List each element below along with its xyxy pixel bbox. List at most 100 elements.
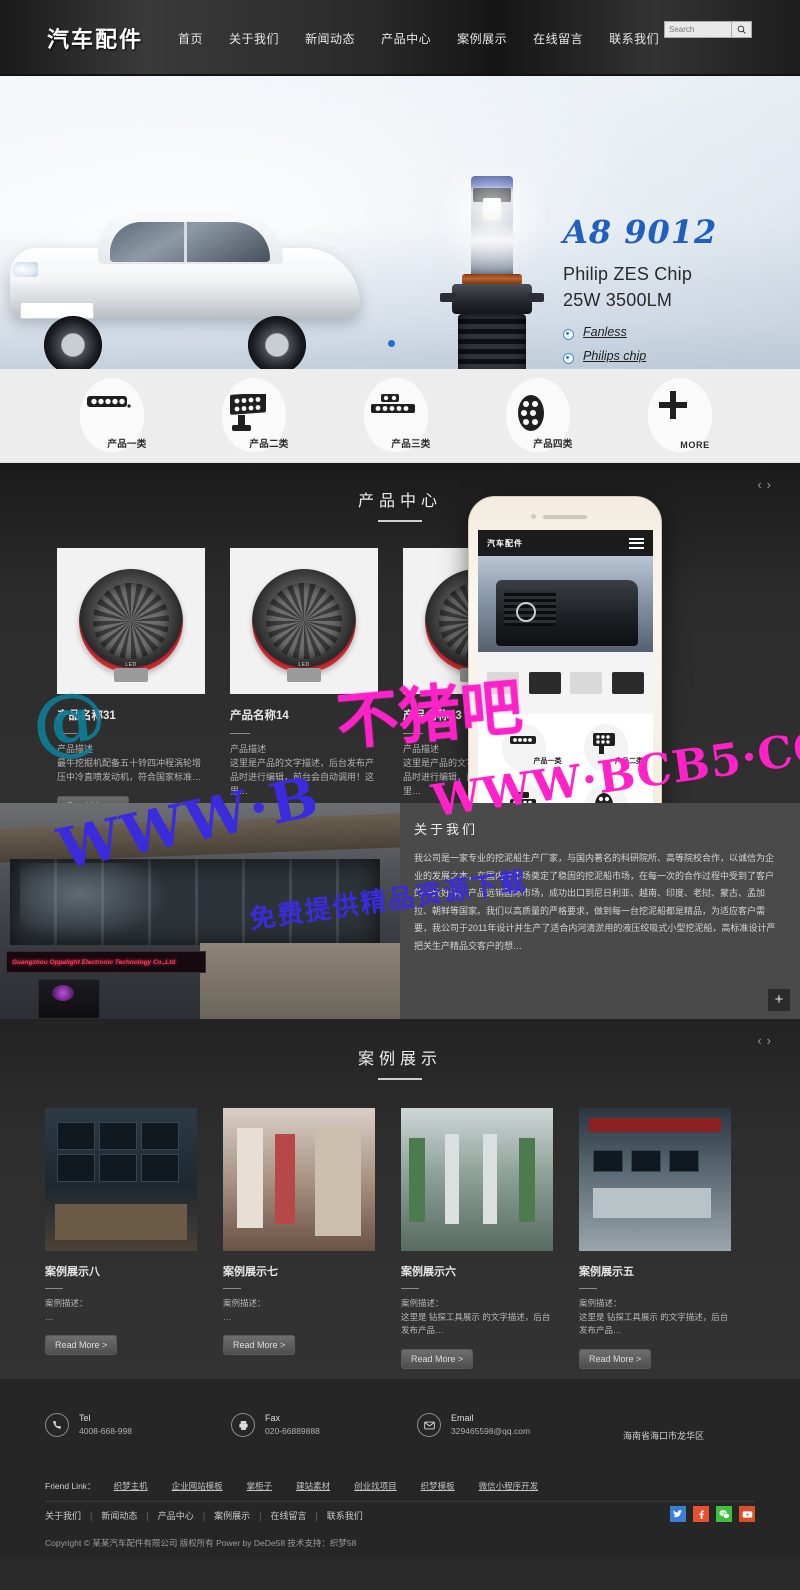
friend-link-1[interactable]: 织梦主机 <box>114 1480 148 1492</box>
case-desc-label: 案例描述： <box>401 1298 444 1308</box>
phone-category-item[interactable]: 产品四类 <box>566 784 648 803</box>
nav-item-cases[interactable]: 案例展示 <box>444 30 520 47</box>
footer-nav-contact[interactable]: 联系我们 <box>327 1509 363 1522</box>
phone-hero-image <box>478 556 653 652</box>
case-desc: … <box>45 1311 54 1322</box>
category-label-4: 产品四类 <box>533 438 573 450</box>
banner-pagination[interactable] <box>388 334 395 352</box>
cases-carousel-arrows[interactable]: ‹› <box>757 1033 776 1048</box>
case-name: 案例展示六 <box>401 1266 456 1278</box>
led-bar-icon <box>86 394 132 415</box>
contact-tel-label: Tel <box>79 1413 91 1423</box>
banner-dot-1[interactable] <box>388 340 395 347</box>
footer-navigation: 关于我们 | 新闻动态 | 产品中心 | 案例展示 | 在线留言 | 联系我们 <box>45 1509 363 1522</box>
footer-nav-products[interactable]: 产品中心 <box>158 1509 194 1522</box>
youtube-icon[interactable] <box>739 1506 755 1522</box>
led-panel-icon <box>228 391 272 437</box>
about-building-photo: Guangzhou Oppalight Electronic Technolog… <box>0 803 400 1019</box>
product-image <box>230 548 378 694</box>
friend-link-5[interactable]: 创业找项目 <box>354 1480 397 1492</box>
contact-tel: Tel 4008-668-998 <box>45 1413 231 1437</box>
about-section: Guangzhou Oppalight Electronic Technolog… <box>0 803 800 1019</box>
search-input[interactable] <box>664 21 732 38</box>
case-read-more-button[interactable]: Read More > <box>579 1348 652 1369</box>
product-card[interactable]: 产品名称31 产品描述 最牛挖掘机配备五十铃四冲程涡轮增压中冷直喷发动机，符合国… <box>57 548 205 803</box>
footer-nav-about[interactable]: 关于我们 <box>45 1509 81 1522</box>
case-image <box>401 1108 553 1251</box>
case-card[interactable]: 案例展示七 案例描述： … Read More > <box>223 1108 375 1369</box>
product-read-more-button[interactable]: Read More > <box>57 795 130 803</box>
category-item-3[interactable]: 产品三类 <box>356 377 444 454</box>
friend-link-4[interactable]: 建站素材 <box>296 1480 330 1492</box>
nav-item-message[interactable]: 在线留言 <box>520 30 596 47</box>
footer-nav-message[interactable]: 在线留言 <box>270 1509 306 1522</box>
banner-feature-1: Fanless <box>563 325 717 341</box>
case-divider <box>45 1288 63 1289</box>
cases-prev-arrow[interactable]: ‹ <box>757 1033 766 1048</box>
site-logo[interactable]: 汽车配件 <box>47 22 143 54</box>
phone-category-grid: 产品一类 产品二类 产品三类 <box>478 714 653 803</box>
phone-category-item[interactable]: 产品三类 <box>484 784 566 803</box>
friend-link-6[interactable]: 织梦模板 <box>421 1480 455 1492</box>
friend-link-7[interactable]: 微信小程序开发 <box>479 1480 539 1492</box>
products-prev-arrow[interactable]: ‹ <box>757 477 766 492</box>
category-item-2[interactable]: 产品二类 <box>214 377 302 454</box>
twitter-icon[interactable] <box>670 1506 686 1522</box>
category-item-1[interactable]: 产品一类 <box>72 377 160 454</box>
product-name: 产品名称31 <box>57 710 116 722</box>
footer-nav-cases[interactable]: 案例展示 <box>214 1509 250 1522</box>
search-button[interactable] <box>732 21 752 38</box>
nav-item-contact[interactable]: 联系我们 <box>596 30 672 47</box>
case-divider <box>401 1288 419 1289</box>
case-read-more-button[interactable]: Read More > <box>223 1335 296 1356</box>
case-desc-label: 案例描述： <box>223 1298 266 1308</box>
case-read-more-button[interactable]: Read More > <box>401 1348 474 1369</box>
about-text-panel: 关于我们 我公司是一家专业的挖泥船生产厂家，与国内著名的科研院所、高等院校合作，… <box>400 803 800 1019</box>
phone-icon <box>45 1413 69 1437</box>
product-divider <box>57 733 77 734</box>
case-card[interactable]: 案例展示八 案例描述： … Read More > <box>45 1108 197 1369</box>
phone-camera <box>531 514 536 519</box>
led-round-icon <box>512 394 550 437</box>
facebook-icon[interactable] <box>693 1506 709 1522</box>
case-read-more-button[interactable]: Read More > <box>45 1335 118 1356</box>
phone-category-item[interactable]: 产品二类 <box>566 724 648 772</box>
wechat-icon[interactable] <box>716 1506 732 1522</box>
product-image <box>57 548 205 694</box>
search-icon <box>737 25 746 34</box>
nav-item-news[interactable]: 新闻动态 <box>292 30 368 47</box>
phone-category-item[interactable]: 产品一类 <box>484 724 566 772</box>
footer-nav-news[interactable]: 新闻动态 <box>101 1509 137 1522</box>
cases-next-arrow[interactable]: › <box>767 1033 776 1048</box>
nav-item-home[interactable]: 首页 <box>165 30 216 47</box>
led-round-icon <box>592 792 616 803</box>
case-card[interactable]: 案例展示六 案例描述： 这里是 钻探工具展示 的文字描述，后台发布产品… Rea… <box>401 1108 553 1369</box>
category-label-3: 产品三类 <box>391 438 431 450</box>
friend-link-2[interactable]: 企业网站模板 <box>172 1480 223 1492</box>
product-card[interactable]: 产品名称14 产品描述 这里是产品的文字描述，后台发布产品时进行编辑，前台会自动… <box>230 548 378 803</box>
hamburger-icon[interactable] <box>629 535 644 551</box>
plus-icon[interactable]: + <box>768 989 790 1011</box>
email-icon <box>417 1413 441 1437</box>
contact-email: Email 329465598@qq.com <box>417 1413 603 1437</box>
case-name: 案例展示八 <box>45 1266 100 1278</box>
contact-email-label: Email <box>451 1413 474 1423</box>
contact-row: Tel 4008-668-998 Fax 020-66889888 Email … <box>0 1379 800 1442</box>
category-item-more[interactable]: MORE <box>640 377 728 454</box>
products-next-arrow[interactable]: › <box>767 477 776 492</box>
products-carousel-arrows[interactable]: ‹› <box>757 477 776 492</box>
category-item-4[interactable]: 产品四类 <box>498 377 586 454</box>
building-sign-text: Guangzhou Oppalight Electronic Technolog… <box>12 958 176 966</box>
case-card[interactable]: 案例展示五 案例描述： 这里是 钻探工具展示 的文字描述，后台发布产品… Rea… <box>579 1108 731 1369</box>
cases-title: 案例展示 <box>357 1049 442 1068</box>
case-image <box>579 1108 731 1251</box>
site-footer: Tel 4008-668-998 Fax 020-66889888 Email … <box>0 1379 800 1559</box>
friend-link-3[interactable]: 掌柜子 <box>247 1480 273 1492</box>
nav-item-about[interactable]: 关于我们 <box>216 30 292 47</box>
product-desc: 这里是产品的文字描述，后台发布产品时进行编辑，前台会自动调用！这里… <box>230 757 375 796</box>
nav-item-products[interactable]: 产品中心 <box>368 30 444 47</box>
banner-subtitle: Philip ZES Chip 25W 3500LM <box>563 261 717 313</box>
phone-thumb-grid <box>478 652 653 714</box>
products-section: 产品中心 ‹› 产品名称31 产品描述 最牛挖掘机配备五十铃四冲程涡轮增压中冷直… <box>0 463 800 803</box>
phone-screen: 汽车配件 产品一类 产品二类 <box>478 530 653 803</box>
